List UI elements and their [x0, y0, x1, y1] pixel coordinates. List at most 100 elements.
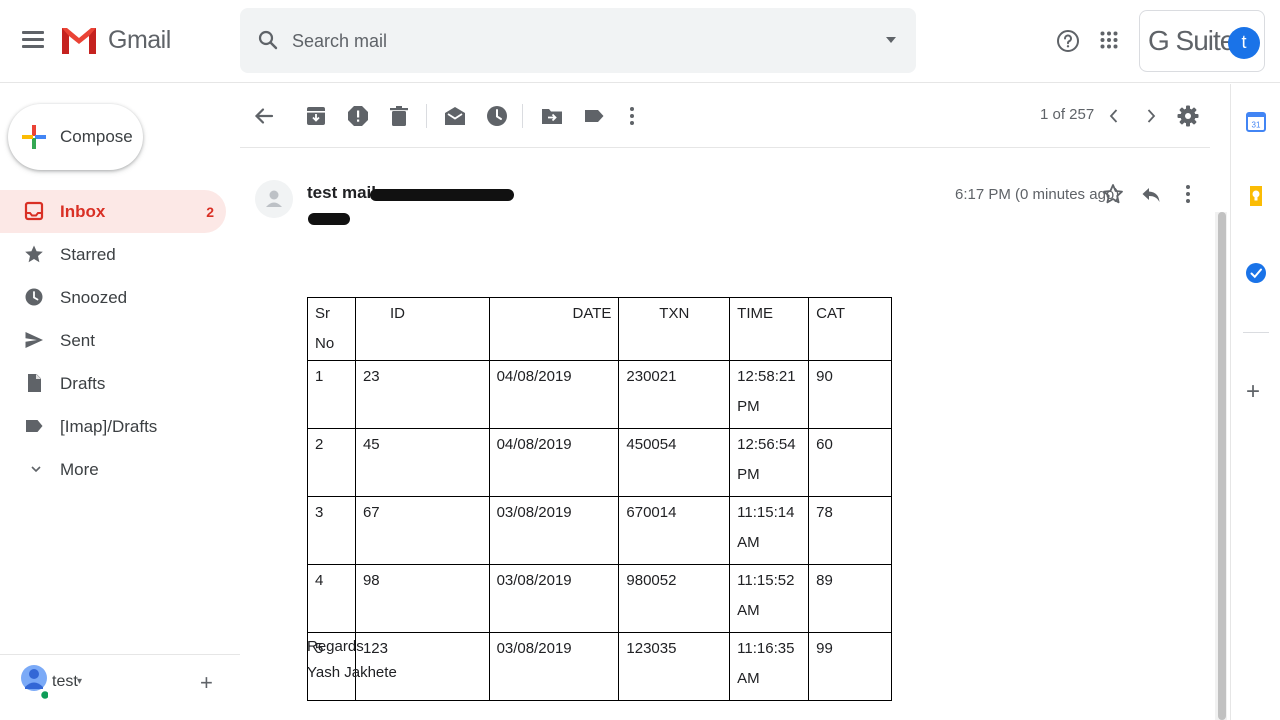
new-conversation-plus-icon[interactable]: + — [200, 672, 213, 694]
scrollbar-thumb[interactable] — [1218, 212, 1226, 720]
user-status-chevron-down-icon[interactable]: ▾ — [77, 676, 82, 687]
settings-gear-icon[interactable] — [1176, 104, 1200, 128]
svg-text:31: 31 — [1252, 121, 1261, 130]
user-avatar-icon[interactable] — [20, 664, 48, 700]
delete-trash-icon[interactable] — [387, 104, 411, 128]
compose-label: Compose — [60, 127, 133, 146]
table-cell: 230021 — [618, 360, 731, 429]
table-cell: 11:15:14 AM — [729, 496, 810, 565]
signature-name: Yash Jakhete — [307, 664, 397, 681]
gmail-logo-icon[interactable] — [60, 22, 98, 58]
table-cell: 11:16:35 AM — [729, 632, 810, 701]
report-spam-icon[interactable] — [346, 104, 370, 128]
sidebar-item-inbox[interactable]: Inbox 2 — [0, 190, 226, 233]
label-tag-icon[interactable] — [582, 104, 606, 128]
table-row: 3 67 03/08/2019 670014 11:15:14 AM 78 — [307, 496, 892, 565]
table-cell: 12:58:21 PM — [729, 360, 810, 429]
table-cell: 23 — [354, 360, 490, 429]
get-addons-plus-icon[interactable]: + — [1246, 380, 1260, 404]
send-icon — [25, 332, 43, 348]
signature-line: Regards — [307, 638, 364, 655]
star-outline-icon[interactable] — [1102, 183, 1124, 205]
table-cell: 980052 — [618, 564, 731, 633]
table-row: 1 23 04/08/2019 230021 12:58:21 PM 90 — [307, 360, 892, 429]
table-cell: 04/08/2019 — [488, 428, 620, 497]
table-cell: 11:15:52 AM — [729, 564, 810, 633]
sidebar-item-label: Starred — [60, 245, 116, 264]
table-header-cell: CAT — [808, 297, 892, 361]
table-cell: 78 — [808, 496, 892, 565]
sidebar-item-sent[interactable]: Sent — [0, 319, 226, 362]
table-row: 4 98 03/08/2019 980052 11:15:52 AM 89 — [307, 564, 892, 633]
reply-arrow-icon[interactable] — [1140, 184, 1162, 206]
mark-unread-icon[interactable] — [443, 104, 467, 128]
table-row: 2 45 04/08/2019 450054 12:56:54 PM 60 — [307, 428, 892, 497]
toolbar-divider — [522, 104, 523, 128]
more-vertical-icon[interactable] — [1180, 183, 1196, 205]
table-cell: 89 — [808, 564, 892, 633]
table-cell: 45 — [354, 428, 490, 497]
sidebar-item-label: Inbox — [60, 202, 106, 221]
sidebar-item-imap-drafts[interactable]: [Imap]/Drafts — [0, 405, 226, 448]
sidebar-nav: Inbox 2 Starred Snoozed Sent Drafts [Ima… — [0, 190, 230, 491]
chevron-down-icon — [31, 466, 41, 473]
pagination-count: 1 of 257 — [1040, 106, 1095, 123]
older-chevron-right-icon[interactable] — [1139, 104, 1163, 128]
rail-divider — [1243, 332, 1269, 333]
table-cell: 3 — [307, 496, 356, 565]
table-header-cell: ID — [354, 297, 490, 361]
table-cell: 670014 — [618, 496, 731, 565]
table-cell: 67 — [354, 496, 490, 565]
table-header-cell: TIME — [729, 297, 810, 361]
newer-chevron-left-icon[interactable] — [1102, 104, 1126, 128]
snooze-clock-icon[interactable] — [485, 104, 509, 128]
compose-button[interactable]: Compose — [8, 104, 143, 170]
top-header: Gmail G Suite t — [0, 0, 1280, 83]
sidebar-item-label: Sent — [60, 331, 95, 350]
back-arrow-icon[interactable] — [252, 104, 276, 128]
keep-bulb-icon[interactable] — [1245, 185, 1267, 207]
table-cell: 123035 — [618, 632, 731, 701]
sidebar-item-label: More — [60, 460, 99, 479]
account-switcher[interactable]: G Suite t — [1139, 10, 1265, 72]
tasks-check-icon[interactable] — [1245, 262, 1267, 284]
compose-plus-icon — [22, 125, 46, 149]
inbox-unread-count: 2 — [206, 204, 214, 220]
sidebar-divider — [0, 654, 240, 655]
help-icon[interactable] — [1056, 29, 1080, 53]
sidebar-item-label: Snoozed — [60, 288, 128, 307]
table-cell: 03/08/2019 — [488, 564, 620, 633]
sender-avatar-icon[interactable] — [255, 180, 293, 218]
more-options-vertical-icon[interactable] — [620, 104, 644, 128]
table-header-cell: Sr No — [307, 297, 356, 361]
table-cell: 98 — [354, 564, 490, 633]
sender-name[interactable]: test mail — [307, 183, 376, 203]
account-avatar[interactable]: t — [1228, 27, 1260, 59]
table-cell: 2 — [307, 428, 356, 497]
search-input[interactable] — [292, 26, 852, 56]
star-icon — [25, 245, 43, 263]
user-name[interactable]: test — [52, 673, 78, 691]
sidebar-item-snoozed[interactable]: Snoozed — [0, 276, 226, 319]
apps-grid-icon[interactable] — [1100, 31, 1118, 49]
message-timestamp: 6:17 PM (0 minutes ago) — [955, 186, 1120, 203]
move-to-folder-icon[interactable] — [540, 104, 564, 128]
table-header-row: Sr No ID DATE TXN TIME CAT — [307, 297, 892, 361]
gmail-wordmark: Gmail — [108, 26, 171, 54]
table-cell: 03/08/2019 — [488, 632, 620, 701]
table-cell: 1 — [307, 360, 356, 429]
search-icon[interactable] — [256, 28, 280, 52]
search-options-chevron-down-icon[interactable] — [886, 37, 896, 43]
sidebar-item-starred[interactable]: Starred — [0, 233, 226, 276]
sidebar-item-more[interactable]: More — [0, 448, 226, 491]
sidebar-item-label: [Imap]/Drafts — [60, 417, 158, 436]
calendar-icon[interactable]: 31 — [1245, 111, 1267, 133]
main-menu-icon[interactable] — [22, 31, 44, 49]
archive-icon[interactable] — [304, 104, 328, 128]
sidebar-item-drafts[interactable]: Drafts — [0, 362, 226, 405]
table-cell: 60 — [808, 428, 892, 497]
table-cell: 90 — [808, 360, 892, 429]
clock-icon — [25, 288, 43, 306]
search-bar — [240, 8, 916, 73]
table-cell: 03/08/2019 — [488, 496, 620, 565]
